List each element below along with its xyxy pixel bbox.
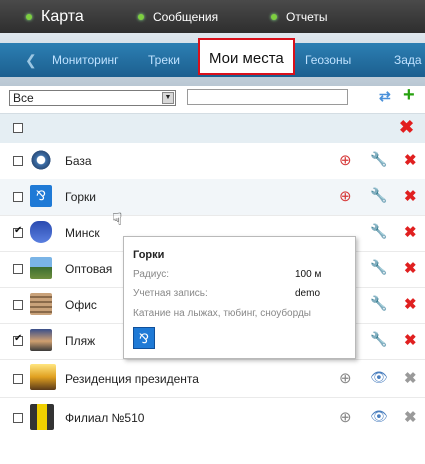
wrench-icon[interactable]: 🔧 — [370, 151, 387, 168]
delete-icon[interactable]: ✖ — [404, 369, 417, 387]
nav-reports-label: Отчеты — [286, 9, 328, 24]
tooltip-account-value: demo — [295, 288, 321, 299]
chevron-down-icon[interactable]: ▼ — [162, 92, 174, 104]
wrench-icon[interactable]: 🔧 — [370, 187, 387, 204]
nav-messages[interactable]: Сообщения — [138, 0, 218, 33]
place-name: Резиденция президента — [65, 372, 199, 386]
select-all-checkbox[interactable] — [13, 123, 23, 133]
chevron-left-icon[interactable]: ❮ — [25, 52, 37, 69]
row-checkbox[interactable] — [13, 192, 23, 202]
skier-icon: ⅋ — [133, 327, 155, 349]
search-input[interactable] — [187, 89, 348, 105]
delete-icon[interactable]: ✖ — [404, 408, 417, 426]
place-tooltip: Горки Радиус: 100 м Учетная запись: demo… — [123, 236, 356, 359]
add-place-icon[interactable]: + — [403, 84, 415, 107]
place-name: Минск — [65, 226, 100, 240]
show-on-map-icon[interactable]: ⊕ — [339, 369, 352, 387]
row-checkbox[interactable] — [13, 225, 23, 238]
status-dot-icon — [26, 13, 32, 20]
row-checkbox[interactable] — [13, 333, 23, 346]
place-name: Горки — [65, 190, 96, 204]
tooltip-title: Горки — [133, 249, 165, 261]
tab-monitoring[interactable]: Мониторинг — [52, 43, 119, 77]
swap-arrows-icon[interactable]: ⇄ — [379, 88, 391, 105]
place-name: База — [65, 154, 92, 168]
landscape-icon — [30, 257, 52, 279]
list-item[interactable]: ⅋ Горки ⊕ 🔧 ✖ — [0, 179, 425, 216]
wheel-icon — [30, 149, 52, 171]
nav-messages-label: Сообщения — [153, 9, 219, 24]
tab-tasks[interactable]: Зада — [394, 43, 422, 77]
place-name: Пляж — [65, 334, 96, 348]
hand-cursor-icon: ☟ — [112, 210, 123, 229]
top-navigation-bar: Карта Сообщения Отчеты — [0, 0, 425, 33]
wrench-icon[interactable]: 🔧 — [370, 295, 387, 312]
delete-icon[interactable]: ✖ — [404, 187, 417, 205]
building-icon — [30, 293, 52, 315]
nav-map[interactable]: Карта — [26, 0, 84, 33]
tab-geozones[interactable]: Геозоны — [305, 43, 351, 77]
list-item[interactable]: База ⊕ 🔧 ✖ — [0, 143, 425, 180]
wrench-icon[interactable]: 🔧 — [370, 223, 387, 240]
wrench-icon[interactable]: 🔧 — [370, 331, 387, 348]
row-checkbox[interactable] — [13, 264, 23, 274]
list-item[interactable]: Филиал №510 ⊕ 👁 ✖ — [0, 397, 425, 437]
tooltip-description: Катание на лыжах, тюбинг, сноуборды — [133, 308, 311, 319]
tab-strip: ❮ Мониторинг Треки Мои места Геозоны Зад… — [0, 38, 425, 77]
filter-select-value: Все — [13, 91, 34, 105]
row-checkbox[interactable] — [13, 413, 23, 423]
list-item[interactable]: Резиденция президента ⊕ 👁 ✖ — [0, 359, 425, 398]
beach-icon — [30, 329, 52, 351]
status-dot-icon — [271, 13, 277, 20]
skier-icon: ⅋ — [30, 185, 52, 207]
delete-icon[interactable]: ✖ — [404, 259, 417, 277]
list-header: ✖ — [0, 113, 425, 143]
eye-icon[interactable]: 👁 — [370, 369, 388, 386]
delete-selected-icon[interactable]: ✖ — [399, 117, 414, 138]
delete-icon[interactable]: ✖ — [404, 295, 417, 313]
show-on-map-icon[interactable]: ⊕ — [339, 408, 352, 426]
tooltip-account-label: Учетная запись: — [133, 288, 208, 299]
tab-my-places[interactable]: Мои места — [198, 38, 295, 75]
row-checkbox[interactable] — [13, 156, 23, 166]
tab-tracks[interactable]: Треки — [148, 43, 180, 77]
tooltip-radius-label: Радиус: — [133, 269, 169, 280]
row-checkbox[interactable] — [13, 300, 23, 310]
coat-of-arms-icon — [30, 221, 52, 243]
place-name: Офис — [65, 298, 97, 312]
eye-icon[interactable]: 👁 — [370, 408, 388, 425]
nav-reports[interactable]: Отчеты — [271, 0, 327, 33]
tab-bar: ❮ Мониторинг Треки Мои места Геозоны Зад… — [0, 33, 425, 86]
delete-icon[interactable]: ✖ — [404, 151, 417, 169]
delete-icon[interactable]: ✖ — [404, 331, 417, 349]
status-dot-icon — [138, 13, 144, 20]
delete-icon[interactable]: ✖ — [404, 223, 417, 241]
place-name: Оптовая — [65, 262, 113, 276]
place-name: Филиал №510 — [65, 411, 145, 425]
show-on-map-icon[interactable]: ⊕ — [339, 151, 352, 169]
wrench-icon[interactable]: 🔧 — [370, 259, 387, 276]
row-checkbox[interactable] — [13, 374, 23, 384]
filter-select[interactable]: Все ▼ — [9, 90, 176, 106]
show-on-map-icon[interactable]: ⊕ — [339, 187, 352, 205]
traffic-light-icon — [30, 404, 54, 430]
nav-map-label: Карта — [41, 7, 84, 25]
tooltip-radius-value: 100 м — [295, 269, 322, 280]
residence-icon — [30, 364, 56, 390]
